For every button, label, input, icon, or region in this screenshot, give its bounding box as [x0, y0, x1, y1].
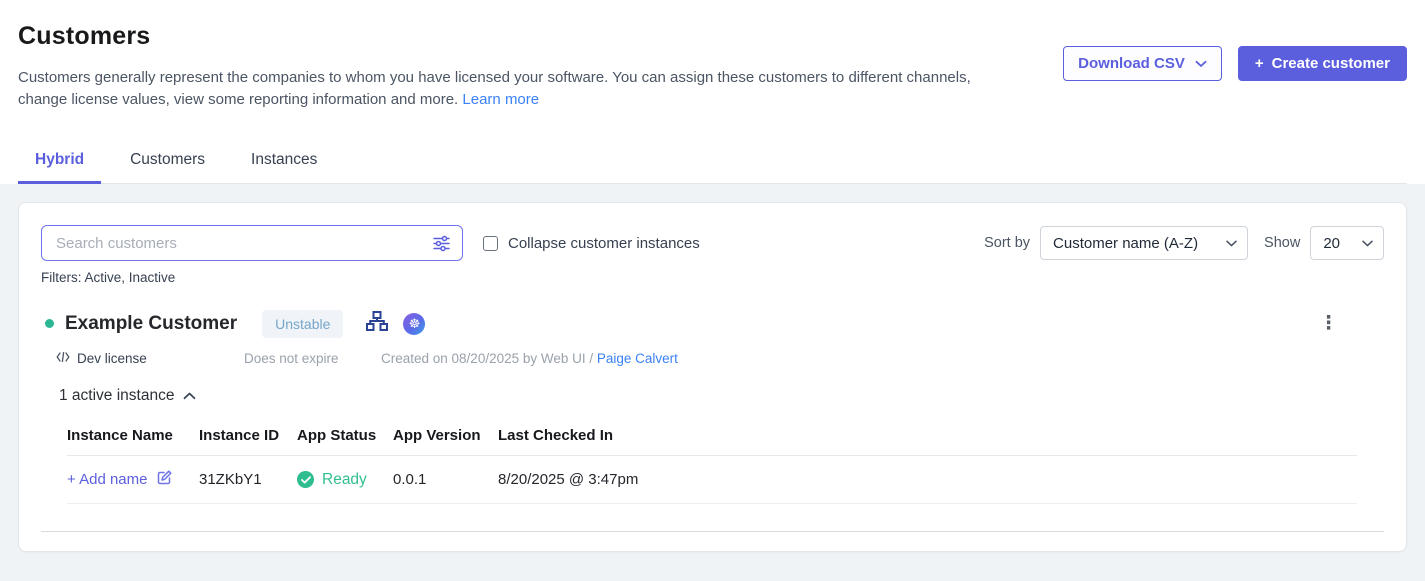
created-text: Created on 08/20/2025 by Web UI / — [381, 351, 597, 366]
header-text: Customers Customers generally represent … — [18, 22, 983, 111]
app-status: Ready — [297, 471, 393, 489]
helm-wheel-glyph: ☸ — [409, 316, 421, 332]
license-type: Dev license — [56, 351, 244, 366]
page-title: Customers — [18, 22, 983, 51]
customers-card: Collapse customer instances Sort by Cust… — [18, 202, 1407, 552]
license-expiry: Does not expire — [244, 351, 381, 366]
col-instance-id: Instance ID — [199, 427, 297, 444]
license-created: Created on 08/20/2025 by Web UI / Paige … — [381, 351, 678, 366]
sort-select[interactable]: Customer name (A-Z) — [1040, 226, 1248, 260]
app-status-label: Ready — [322, 471, 367, 489]
active-instances-label: 1 active instance — [59, 387, 174, 405]
sort-select-value: Customer name (A-Z) — [1053, 235, 1198, 252]
sitemap-icon — [365, 309, 389, 338]
card-bottom-divider — [41, 531, 1384, 551]
install-type-icons: ☸ — [365, 309, 425, 338]
add-name-button[interactable]: + Add name — [67, 469, 199, 490]
page-header: Customers Customers generally represent … — [0, 0, 1425, 111]
kebab-menu-icon[interactable]: ⋮ — [1319, 314, 1338, 333]
search-box — [41, 225, 463, 261]
filter-sliders-icon[interactable] — [432, 234, 451, 253]
check-circle-icon — [297, 471, 314, 488]
header-actions: Download CSV + Create customer — [1063, 46, 1407, 111]
active-instances-toggle[interactable]: 1 active instance — [41, 387, 1384, 405]
edit-pencil-icon — [156, 469, 173, 490]
sort-by-label: Sort by — [984, 235, 1030, 251]
col-app-status: App Status — [297, 427, 393, 444]
collapse-checkbox[interactable] — [483, 236, 498, 251]
instances-table: Instance Name Instance ID App Status App… — [67, 419, 1357, 504]
col-last-checked-in: Last Checked In — [498, 427, 1357, 444]
card-toolbar: Collapse customer instances Sort by Cust… — [41, 225, 1384, 261]
content-area: Collapse customer instances Sort by Cust… — [0, 184, 1425, 581]
tab-hybrid[interactable]: Hybrid — [18, 141, 101, 184]
table-header-row: Instance Name Instance ID App Status App… — [67, 419, 1357, 456]
plus-icon: + — [1255, 55, 1264, 72]
download-csv-label: Download CSV — [1078, 55, 1185, 72]
customer-row-header: Example Customer Unstable ☸ ⋮ — [41, 309, 1384, 338]
created-by-link[interactable]: Paige Calvert — [597, 351, 678, 366]
tab-customers[interactable]: Customers — [113, 141, 222, 183]
license-row: Dev license Does not expire Created on 0… — [41, 351, 1384, 366]
create-customer-button[interactable]: + Create customer — [1238, 46, 1407, 81]
collapse-label: Collapse customer instances — [508, 235, 700, 252]
learn-more-link[interactable]: Learn more — [462, 91, 539, 108]
channel-badge: Unstable — [262, 310, 343, 338]
search-input[interactable] — [56, 235, 432, 252]
tab-bar: Hybrid Customers Instances — [18, 141, 1407, 184]
col-instance-name: Instance Name — [67, 427, 199, 444]
show-select[interactable]: 20 — [1310, 226, 1384, 260]
chevron-down-icon — [1195, 60, 1207, 68]
chevron-down-icon — [1362, 240, 1373, 247]
table-row: + Add name 31ZKbY1 — [67, 456, 1357, 504]
tab-instances[interactable]: Instances — [234, 141, 334, 183]
license-type-label: Dev license — [77, 351, 147, 366]
collapse-instances-toggle[interactable]: Collapse customer instances — [483, 235, 700, 252]
last-checked-in: 8/20/2025 @ 3:47pm — [498, 471, 1357, 488]
active-filters-text: Filters: Active, Inactive — [41, 270, 1384, 285]
add-name-label: + Add name — [67, 471, 147, 488]
chevron-up-icon — [183, 392, 196, 400]
show-label: Show — [1264, 235, 1300, 251]
chevron-down-icon — [1226, 240, 1237, 247]
kubernetes-icon: ☸ — [403, 313, 425, 335]
download-csv-button[interactable]: Download CSV — [1063, 46, 1222, 81]
page-description: Customers generally represent the compan… — [18, 67, 983, 111]
instance-id: 31ZKbY1 — [199, 471, 297, 488]
app-version: 0.0.1 — [393, 471, 498, 488]
customer-name[interactable]: Example Customer — [65, 313, 237, 335]
show-select-value: 20 — [1323, 235, 1340, 252]
col-app-version: App Version — [393, 427, 498, 444]
code-brackets-icon — [56, 351, 70, 366]
customer-status-dot-icon — [45, 319, 54, 328]
create-customer-label: Create customer — [1272, 55, 1390, 72]
